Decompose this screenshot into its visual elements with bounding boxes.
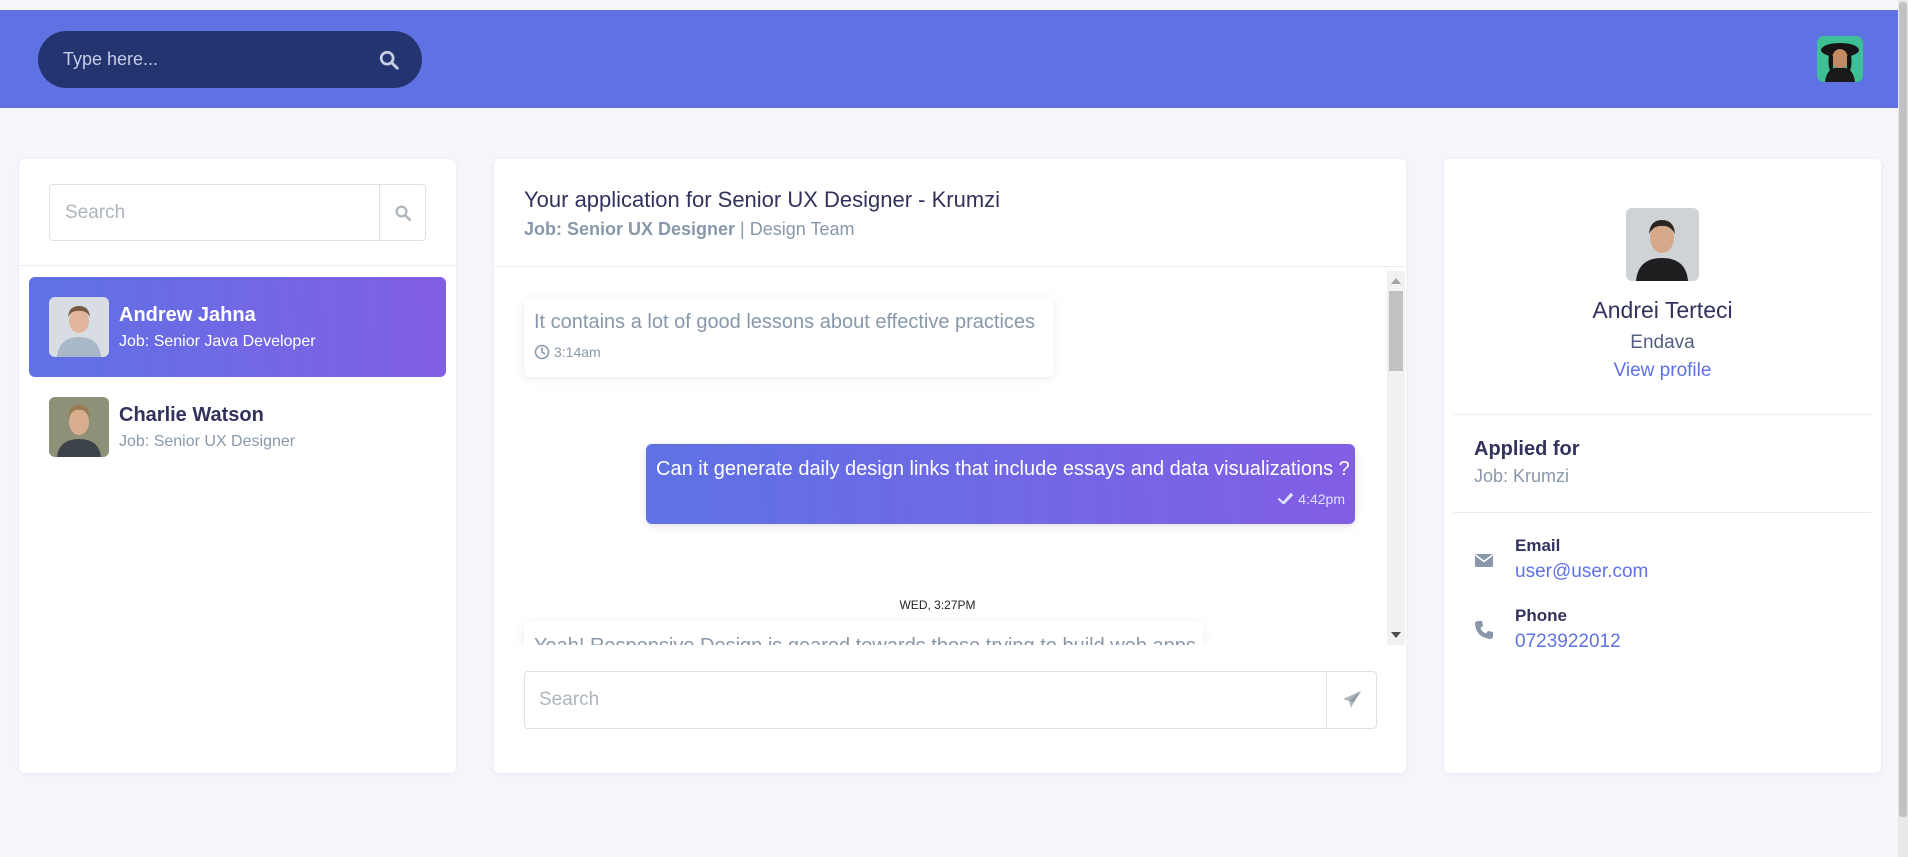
navbar-search[interactable] (38, 31, 422, 88)
profile-avatar (1626, 208, 1699, 281)
page-scrollbar[interactable] (1898, 0, 1908, 857)
top-navbar (0, 10, 1898, 108)
message-time: 3:14am (534, 344, 1043, 360)
chat-header: Your application for Senior UX Designer … (524, 187, 1000, 240)
search-icon (395, 205, 411, 221)
email-label: Email (1515, 536, 1561, 555)
contacts-search[interactable] (49, 184, 426, 241)
message-list[interactable]: It contains a lot of good lessons about … (494, 267, 1406, 645)
contacts-panel: Andrew Jahna Job: Senior Java Developer … (19, 159, 456, 773)
chat-team: Design Team (749, 219, 855, 239)
applied-for-value: Job: Krumzi (1474, 466, 1570, 486)
contact-name: Andrew Jahna (119, 303, 256, 326)
message-incoming: Yeah! Responsive Design is geared toward… (524, 621, 1203, 645)
chat-title: Your application for Senior UX Designer … (524, 187, 1001, 212)
send-button[interactable] (1326, 672, 1376, 728)
message-outgoing: Can it generate daily design links that … (646, 444, 1355, 524)
clock-icon (534, 344, 550, 360)
chat-job-label: Job: Senior UX Designer (524, 219, 736, 239)
phone-value[interactable]: 0723922012 (1515, 631, 1621, 653)
divider (19, 265, 456, 266)
phone-icon (1475, 621, 1493, 639)
search-icon[interactable] (378, 49, 400, 71)
message-time-text: 4:42pm (1298, 491, 1345, 507)
contact-job: Job: Senior UX Designer (119, 432, 296, 450)
applied-for-label: Applied for (1474, 438, 1580, 460)
navbar-search-input[interactable] (63, 49, 378, 70)
avatar (49, 397, 109, 457)
chat-separator: | (735, 219, 750, 239)
chat-scrollbar[interactable] (1387, 271, 1405, 645)
contacts-search-input[interactable] (50, 185, 379, 240)
message-text: Can it generate daily design links that … (656, 458, 1350, 480)
contact-job: Job: Senior Java Developer (119, 332, 316, 350)
avatar (49, 297, 109, 357)
view-profile-link[interactable]: View profile (1444, 360, 1881, 382)
scroll-thumb[interactable] (1389, 291, 1403, 371)
envelope-icon (1475, 554, 1493, 567)
scroll-up-arrow-icon[interactable] (1391, 278, 1401, 284)
scroll-down-arrow-icon[interactable] (1391, 632, 1401, 638)
email-row: Email user@user.com (1474, 536, 1648, 583)
contacts-search-button[interactable] (379, 185, 425, 240)
double-check-icon (1278, 493, 1294, 505)
day-separator: WED, 3:27PM (899, 598, 976, 612)
chat-panel: Your application for Senior UX Designer … (494, 159, 1406, 773)
paper-plane-icon (1342, 691, 1361, 708)
message-input[interactable] (525, 672, 1326, 728)
message-incoming: It contains a lot of good lessons about … (524, 297, 1053, 377)
phone-row: Phone 0723922012 (1474, 606, 1621, 653)
profile-name: Andrei Terteci (1592, 297, 1733, 323)
user-avatar[interactable] (1817, 36, 1863, 82)
message-time: 4:42pm (656, 491, 1345, 507)
contact-item-andrew-jahna[interactable]: Andrew Jahna Job: Senior Java Developer (29, 277, 446, 377)
message-text: It contains a lot of good lessons about … (534, 311, 1036, 333)
divider (1454, 414, 1871, 415)
message-time-text: 3:14am (554, 344, 601, 360)
email-value[interactable]: user@user.com (1515, 561, 1648, 583)
chat-subtitle: Job: Senior UX Designer | Design Team (524, 219, 1000, 240)
contact-name: Charlie Watson (119, 403, 264, 426)
contact-item-charlie-watson[interactable]: Charlie Watson Job: Senior UX Designer (29, 377, 446, 477)
divider (1454, 512, 1871, 513)
profile-company: Endava (1630, 332, 1695, 353)
phone-label: Phone (1515, 606, 1567, 625)
message-composer[interactable] (524, 671, 1377, 729)
message-text: Yeah! Responsive Design is geared toward… (534, 635, 1196, 645)
profile-panel: Andrei Terteci Endava View profile Appli… (1444, 159, 1881, 773)
